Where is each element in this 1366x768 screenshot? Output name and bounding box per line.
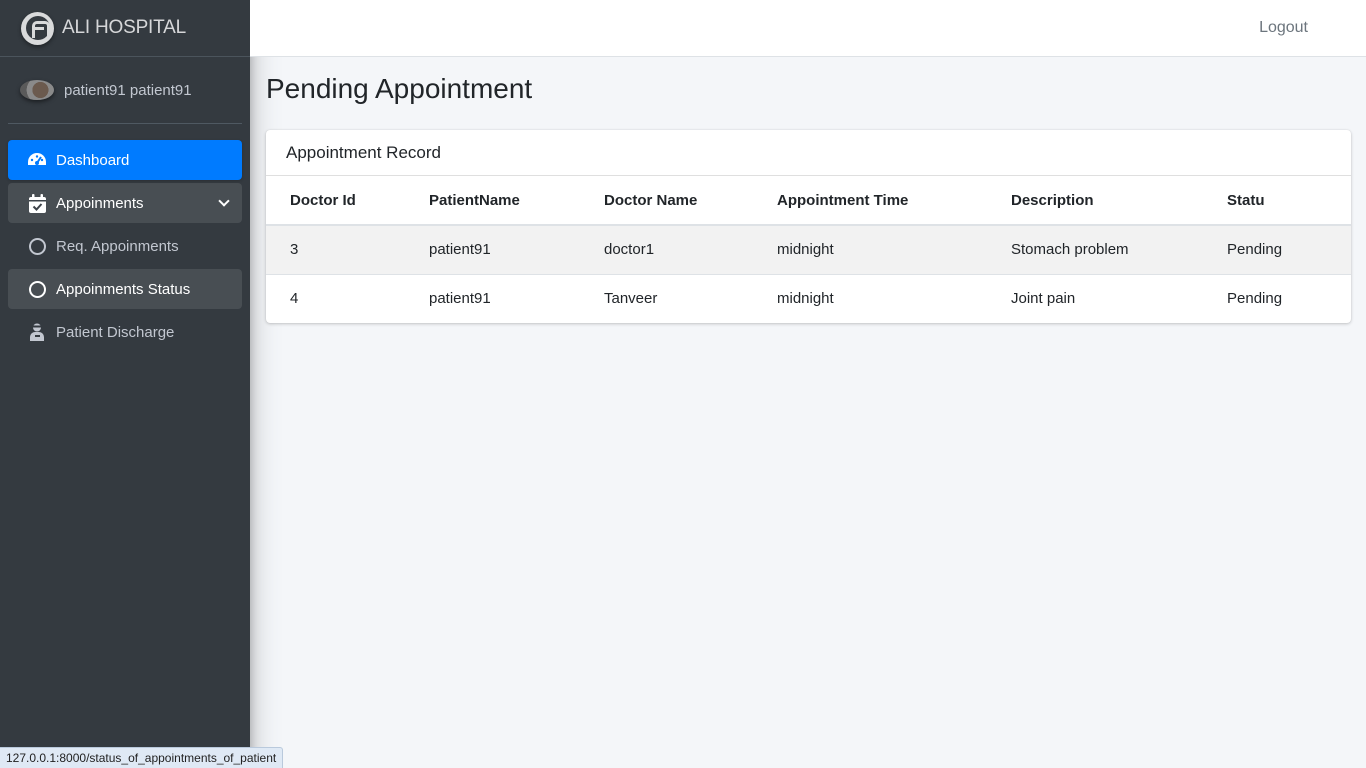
calendar-check-icon xyxy=(26,193,48,213)
circle-icon xyxy=(26,279,48,299)
brand-name: ALI HOSPITAL xyxy=(62,17,186,38)
column-header-patient-name: PatientName xyxy=(405,176,580,226)
cell-patient-name: patient91 xyxy=(429,241,491,259)
sidebar-item-req-appoinments[interactable]: Req. Appoinments xyxy=(8,226,242,266)
sidebar-item-appoinments-status[interactable]: Appoinments Status xyxy=(8,269,242,309)
cell-patient-name: patient91 xyxy=(405,273,580,323)
circle-icon xyxy=(26,236,48,256)
sidebar-nav: Dashboard Appoinments Req. Appoinments A… xyxy=(0,124,250,352)
table-header-row: Doctor Id PatientName Doctor Name Appoin… xyxy=(266,176,1351,226)
chevron-down-icon xyxy=(218,195,230,207)
cell-description: Stomach problem xyxy=(1011,241,1129,259)
column-header-doctor-id: Doctor Id xyxy=(266,176,405,226)
sidebar-item-label: Dashboard xyxy=(56,151,130,169)
cell-doctor-name: Tanveer xyxy=(580,273,753,323)
appointments-table: Doctor Id PatientName Doctor Name Appoin… xyxy=(266,176,1351,323)
cell-appointment-time: midnight xyxy=(753,273,987,323)
user-name[interactable]: patient91 patient91 xyxy=(64,82,192,99)
sidebar-item-label: Req. Appoinments xyxy=(56,237,179,255)
page-title: Pending Appointment xyxy=(266,73,533,104)
cell-doctor-id: 3 xyxy=(290,241,299,259)
brand-link[interactable]: ALI HOSPITAL xyxy=(0,0,250,57)
cell-description: Joint pain xyxy=(987,273,1203,323)
user-injured-icon xyxy=(26,322,48,342)
top-navbar: Logout xyxy=(250,0,1366,57)
cell-doctor-id: 4 xyxy=(266,273,405,323)
sidebar: ALI HOSPITAL patient91 patient91 Dashboa… xyxy=(0,0,250,768)
table-row: 3 patient91 doctor1 midnight Stomach pro… xyxy=(266,225,1351,274)
column-header-appointment-time: Appointment Time xyxy=(753,176,987,226)
cell-doctor-name: doctor1 xyxy=(604,241,655,259)
table-row: 4 patient91 Tanveer midnight Joint pain … xyxy=(266,273,1351,323)
column-header-description: Description xyxy=(987,176,1203,226)
logout-link[interactable]: Logout xyxy=(1259,19,1308,37)
cell-status: Pending xyxy=(1203,273,1351,323)
cell-status: Pending xyxy=(1227,241,1283,259)
avatar xyxy=(20,80,54,100)
sidebar-item-appoinments[interactable]: Appoinments xyxy=(8,183,242,223)
sidebar-item-patient-discharge[interactable]: Patient Discharge xyxy=(8,312,242,352)
sidebar-item-label: Patient Discharge xyxy=(56,323,175,341)
sidebar-item-dashboard[interactable]: Dashboard xyxy=(8,140,242,180)
tachometer-icon xyxy=(26,150,48,170)
hospital-logo-icon xyxy=(21,11,54,45)
cell-appointment-time: midnight xyxy=(777,241,834,259)
user-panel: patient91 patient91 xyxy=(8,57,242,124)
sidebar-item-label: Appoinments Status xyxy=(56,280,191,298)
browser-status-url: 127.0.0.1:8000/status_of_appointments_of… xyxy=(0,747,284,768)
column-header-status: Statu xyxy=(1203,176,1351,226)
sidebar-item-label: Appoinments xyxy=(56,194,144,212)
column-header-doctor-name: Doctor Name xyxy=(580,176,753,226)
card-title: Appointment Record xyxy=(266,130,1351,176)
appointment-record-card: Appointment Record Doctor Id PatientName… xyxy=(266,130,1351,323)
